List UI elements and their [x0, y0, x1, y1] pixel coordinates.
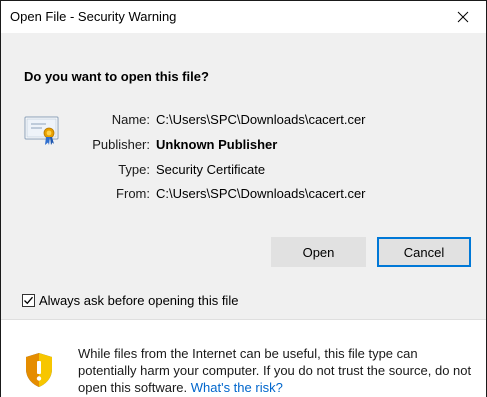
open-button[interactable]: Open: [271, 237, 366, 267]
info-row-from: From: C:\Users\SPC\Downloads\cacert.cer: [1, 185, 486, 203]
close-button[interactable]: [440, 1, 486, 33]
always-ask-option[interactable]: Always ask before opening this file: [22, 291, 238, 309]
publisher-value: Unknown Publisher: [156, 137, 278, 152]
info-row-publisher: Publisher: Unknown Publisher: [1, 136, 486, 154]
info-row-name: Name: C:\Users\SPC\Downloads\cacert.cer: [1, 111, 486, 129]
type-value: Security Certificate: [156, 162, 266, 177]
checkmark-icon: [24, 296, 33, 304]
from-value: C:\Users\SPC\Downloads\cacert.cer: [156, 186, 366, 201]
info-row-type: Type: Security Certificate: [1, 161, 486, 179]
title-bar[interactable]: Open File - Security Warning: [1, 1, 486, 33]
name-label: Name:: [111, 112, 150, 127]
dialog-question: Do you want to open this file?: [24, 69, 209, 84]
always-ask-checkbox[interactable]: [22, 293, 35, 307]
close-icon: [457, 11, 469, 23]
from-label: From:: [116, 186, 150, 201]
shield-warning-icon: [26, 353, 52, 387]
name-value: C:\Users\SPC\Downloads\cacert.cer: [156, 112, 366, 127]
always-ask-label: Always ask before opening this file: [39, 292, 239, 308]
publisher-label: Publisher:: [92, 137, 150, 152]
cancel-button[interactable]: Cancel: [377, 237, 471, 267]
warning-message: While files from the Internet can be use…: [78, 345, 478, 396]
window-title: Open File - Security Warning: [10, 9, 177, 24]
security-warning-dialog: Open File - Security Warning Do you want…: [0, 0, 487, 397]
type-label: Type:: [118, 162, 150, 177]
whats-the-risk-link[interactable]: What's the risk?: [191, 380, 283, 395]
